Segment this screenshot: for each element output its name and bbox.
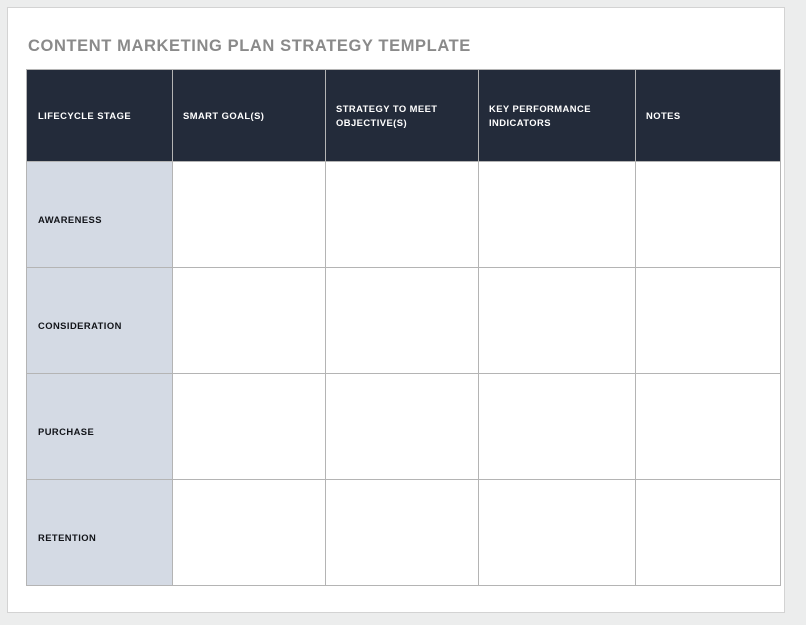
cell-retention-kpis[interactable] — [478, 479, 636, 586]
cell-awareness-kpis[interactable] — [478, 161, 636, 268]
content-marketing-plan-table-wrapper: LIFECYCLE STAGE SMART GOAL(S) STRATEGY T… — [26, 69, 781, 586]
cell-purchase-smart-goals[interactable] — [172, 373, 326, 480]
stage-label: CONSIDERATION — [38, 319, 122, 331]
cell-purchase-notes[interactable] — [635, 373, 781, 480]
cell-consideration-smart-goals[interactable] — [172, 267, 326, 374]
page-title: CONTENT MARKETING PLAN STRATEGY TEMPLATE — [28, 37, 471, 55]
cell-consideration-strategy[interactable] — [325, 267, 479, 374]
stage-cell-awareness: AWARENESS — [26, 161, 173, 268]
stage-cell-retention: RETENTION — [26, 479, 173, 586]
table-body: AWARENESS CONSIDERATION PURCHASE RETENTI… — [26, 161, 781, 586]
stage-label: PURCHASE — [38, 425, 95, 437]
table-header-row: LIFECYCLE STAGE SMART GOAL(S) STRATEGY T… — [26, 69, 781, 162]
cell-consideration-kpis[interactable] — [478, 267, 636, 374]
stage-label: RETENTION — [38, 531, 97, 543]
table-header: LIFECYCLE STAGE SMART GOAL(S) STRATEGY T… — [26, 69, 781, 162]
cell-consideration-notes[interactable] — [635, 267, 781, 374]
column-header-notes: NOTES — [635, 69, 781, 162]
column-header-strategy: STRATEGY TO MEET OBJECTIVE(S) — [325, 69, 479, 162]
table-row: RETENTION — [26, 479, 781, 586]
cell-awareness-notes[interactable] — [635, 161, 781, 268]
cell-retention-smart-goals[interactable] — [172, 479, 326, 586]
column-header-strategy-label: STRATEGY TO MEET OBJECTIVE(S) — [336, 102, 438, 128]
table-row: CONSIDERATION — [26, 267, 781, 374]
cell-retention-notes[interactable] — [635, 479, 781, 586]
cell-purchase-kpis[interactable] — [478, 373, 636, 480]
column-header-smart-goals-label: SMART GOAL(S) — [183, 109, 265, 121]
table-row: AWARENESS — [26, 161, 781, 268]
stage-cell-purchase: PURCHASE — [26, 373, 173, 480]
cell-purchase-strategy[interactable] — [325, 373, 479, 480]
table-row: PURCHASE — [26, 373, 781, 480]
column-header-kpis: KEY PERFORMANCE INDICATORS — [478, 69, 636, 162]
cell-awareness-strategy[interactable] — [325, 161, 479, 268]
content-marketing-plan-table: LIFECYCLE STAGE SMART GOAL(S) STRATEGY T… — [26, 69, 781, 586]
document-page: CONTENT MARKETING PLAN STRATEGY TEMPLATE… — [7, 7, 785, 613]
column-header-notes-label: NOTES — [646, 109, 681, 121]
column-header-smart-goals: SMART GOAL(S) — [172, 69, 326, 162]
column-header-kpis-label: KEY PERFORMANCE INDICATORS — [489, 102, 591, 128]
cell-awareness-smart-goals[interactable] — [172, 161, 326, 268]
stage-cell-consideration: CONSIDERATION — [26, 267, 173, 374]
cell-retention-strategy[interactable] — [325, 479, 479, 586]
column-header-lifecycle-stage: LIFECYCLE STAGE — [26, 69, 173, 162]
column-header-lifecycle-stage-label: LIFECYCLE STAGE — [38, 109, 132, 121]
stage-label: AWARENESS — [38, 213, 102, 225]
